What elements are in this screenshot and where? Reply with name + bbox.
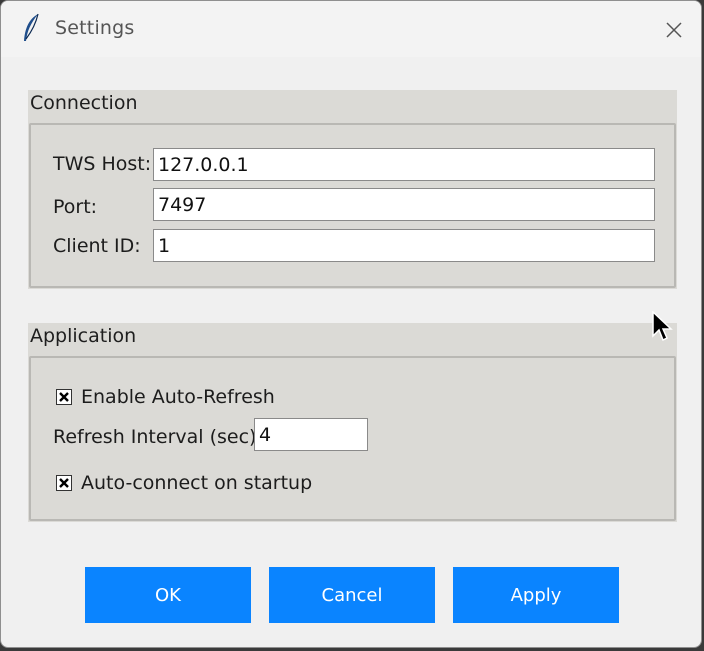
application-group-header: Application (28, 323, 677, 356)
application-header-label: Application (30, 325, 137, 347)
client-id-label: Client ID: (53, 235, 141, 257)
settings-dialog: Settings Connection TWS Host: Port: Clie… (0, 0, 702, 648)
window-title: Settings (55, 17, 135, 39)
title-bar[interactable]: Settings (1, 1, 701, 57)
tws-host-label: TWS Host: (53, 153, 152, 175)
port-label: Port: (53, 196, 98, 218)
connection-header-label: Connection (30, 92, 138, 114)
connection-group: TWS Host: Port: Client ID: (28, 123, 677, 289)
auto-connect-checkbox[interactable] (56, 475, 72, 491)
connection-group-header: Connection (28, 90, 677, 123)
close-icon[interactable] (661, 17, 687, 43)
ok-button[interactable]: OK (85, 567, 251, 623)
port-input[interactable] (153, 188, 655, 221)
auto-connect-label[interactable]: Auto-connect on startup (81, 472, 312, 494)
auto-refresh-checkbox[interactable] (56, 389, 72, 405)
feather-icon (24, 13, 39, 41)
checkmark-x-icon (59, 478, 69, 488)
client-id-input[interactable] (153, 229, 655, 262)
auto-refresh-label[interactable]: Enable Auto-Refresh (81, 386, 275, 408)
tws-host-input[interactable] (153, 148, 655, 181)
refresh-interval-input[interactable] (254, 418, 368, 451)
application-group: Enable Auto-Refresh Refresh Interval (se… (28, 356, 677, 522)
refresh-interval-label: Refresh Interval (sec): (53, 426, 263, 448)
mouse-pointer-icon (652, 311, 673, 342)
checkmark-x-icon (59, 392, 69, 402)
cancel-button[interactable]: Cancel (269, 567, 435, 623)
apply-button[interactable]: Apply (453, 567, 619, 623)
